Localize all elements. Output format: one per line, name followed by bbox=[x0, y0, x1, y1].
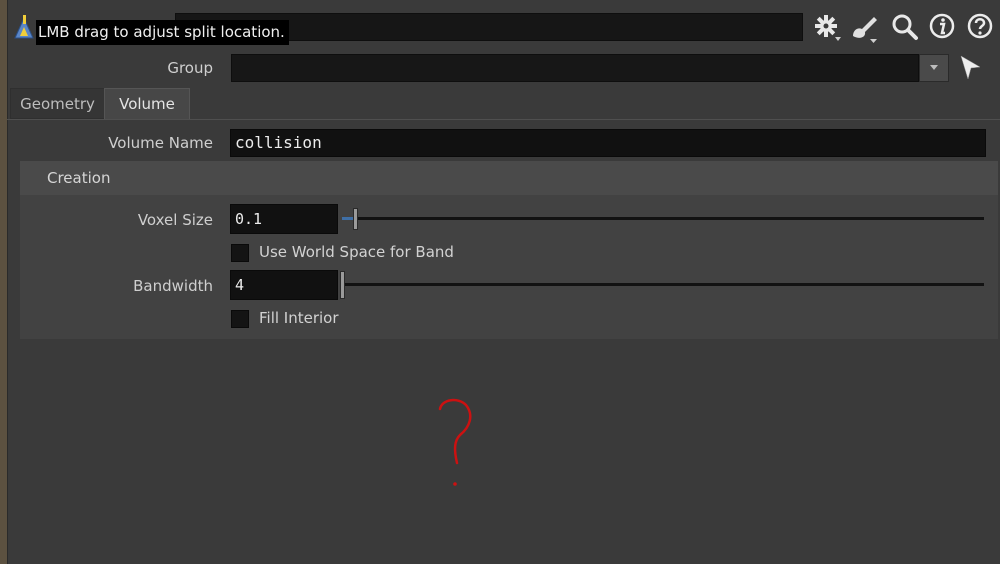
tab-bar: Geometry Volume bbox=[7, 88, 1000, 120]
voxel-size-label: Voxel Size bbox=[137, 211, 213, 229]
bandwidth-label: Bandwidth bbox=[133, 277, 213, 295]
world-space-band-label: Use World Space for Band bbox=[259, 243, 454, 261]
question-mark-annotation bbox=[430, 395, 480, 490]
world-space-band-checkbox[interactable] bbox=[231, 244, 249, 262]
voxel-size-slider-track[interactable] bbox=[342, 217, 984, 220]
tab-geometry[interactable]: Geometry bbox=[10, 88, 105, 119]
fill-interior-checkbox[interactable] bbox=[231, 310, 249, 328]
parameter-editor: ource2 LMB drag to adjust split location… bbox=[0, 0, 1000, 564]
volume-name-label: Volume Name bbox=[108, 134, 213, 152]
volume-name-field[interactable]: collision bbox=[230, 129, 986, 157]
voxel-size-field[interactable]: 0.1 bbox=[230, 204, 338, 234]
tooltip: LMB drag to adjust split location. bbox=[36, 20, 289, 45]
creation-folder-header[interactable]: Creation bbox=[20, 161, 998, 195]
selection-arrow-button[interactable] bbox=[956, 52, 986, 84]
tab-volume[interactable]: Volume bbox=[104, 88, 190, 119]
info-icon[interactable] bbox=[928, 10, 958, 44]
fill-interior-label: Fill Interior bbox=[259, 309, 339, 327]
bandwidth-slider-track[interactable] bbox=[342, 283, 984, 286]
pane-split-handle[interactable] bbox=[0, 0, 8, 564]
brush-icon[interactable] bbox=[850, 10, 880, 44]
gear-icon[interactable] bbox=[812, 10, 842, 44]
cursor-arrow-icon bbox=[960, 55, 981, 80]
group-dropdown-button[interactable] bbox=[919, 54, 949, 82]
bandwidth-slider-handle[interactable] bbox=[340, 271, 345, 299]
voxel-size-slider-handle[interactable] bbox=[353, 208, 358, 230]
node-type-icon[interactable] bbox=[12, 14, 36, 40]
search-icon[interactable] bbox=[890, 10, 920, 44]
bandwidth-field[interactable]: 4 bbox=[230, 270, 338, 300]
header-toolbar bbox=[812, 10, 997, 44]
chevron-down-icon bbox=[930, 65, 938, 70]
group-field[interactable] bbox=[231, 54, 919, 82]
help-icon[interactable] bbox=[966, 10, 996, 44]
group-label: Group bbox=[167, 59, 213, 77]
